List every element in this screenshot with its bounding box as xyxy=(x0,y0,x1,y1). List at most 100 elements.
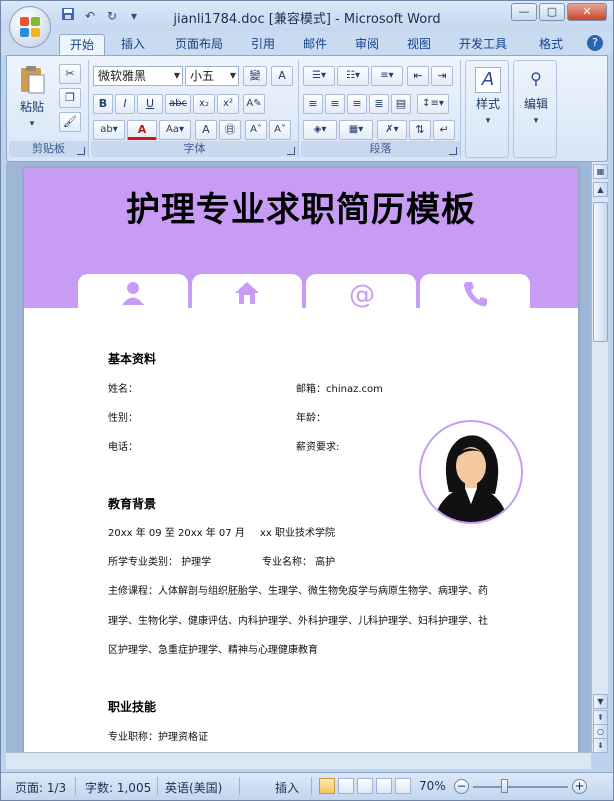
copy-icon[interactable]: ❐ xyxy=(59,88,81,108)
subscript-button[interactable]: x₂ xyxy=(193,94,215,114)
window-controls: — ▢ ✕ xyxy=(511,3,607,21)
strikethrough-button[interactable]: abc xyxy=(165,94,191,114)
courses-line-2: 理学、生物化学、健康评估、内科护理学、外科护理学、儿科护理学、妇科护理学、社 xyxy=(108,616,488,627)
enclose-characters-icon[interactable]: ㊐ xyxy=(219,120,241,140)
document-page[interactable]: 护理专业求职简历模板 @ 基本资料 姓名： 邮箱：chinaz.com 性别： … xyxy=(24,168,578,752)
zoom-slider-thumb[interactable] xyxy=(501,779,508,793)
horizontal-scrollbar[interactable] xyxy=(6,752,591,769)
education-period: 20xx 年 09 至 20xx 年 07 月 xyxy=(108,528,245,539)
close-button[interactable]: ✕ xyxy=(567,3,607,21)
scroll-up-icon[interactable]: ▲ xyxy=(593,182,608,197)
tab-insert[interactable]: 插入 xyxy=(109,34,157,55)
clear-formatting-icon[interactable]: A✎ xyxy=(243,94,265,114)
name-field: 姓名： xyxy=(108,384,138,395)
cut-icon[interactable]: ✂ xyxy=(59,64,81,84)
vertical-scrollbar[interactable]: ▦ ▲ ▼ ⇞ ○ ⇟ xyxy=(591,162,608,753)
page-indicator[interactable]: 页面: 1/3 xyxy=(15,779,66,796)
paragraph-launcher-icon[interactable] xyxy=(449,147,457,155)
browse-object-icon[interactable]: ○ xyxy=(593,724,608,739)
office-logo-icon xyxy=(20,17,42,39)
format-painter-icon[interactable]: 🖌 xyxy=(59,112,81,132)
maximize-button[interactable]: ▢ xyxy=(539,3,565,21)
ruler-toggle-icon[interactable]: ▦ xyxy=(593,164,608,179)
paste-button[interactable]: 粘贴 ▾ xyxy=(13,64,51,129)
numbering-icon[interactable]: ☷▾ xyxy=(337,66,369,86)
show-marks-icon[interactable]: ↵ xyxy=(433,120,455,140)
tab-page-layout[interactable]: 页面布局 xyxy=(163,34,235,55)
scroll-down-icon[interactable]: ▼ xyxy=(593,694,608,709)
help-icon[interactable]: ? xyxy=(587,35,603,51)
office-button[interactable] xyxy=(9,6,51,48)
align-left-icon[interactable]: ≡ xyxy=(303,94,323,114)
outline-view-icon[interactable] xyxy=(376,778,392,794)
print-layout-view-icon[interactable] xyxy=(319,778,335,794)
tab-format[interactable]: 格式 xyxy=(527,34,575,55)
document-area[interactable]: 护理专业求职简历模板 @ 基本资料 姓名： 邮箱：chinaz.com 性别： … xyxy=(6,162,591,752)
character-shading-icon[interactable]: A xyxy=(195,120,217,140)
word-count[interactable]: 字数: 1,005 xyxy=(85,779,151,796)
next-page-icon[interactable]: ⇟ xyxy=(593,738,608,753)
chinese-layout-icon[interactable]: ✗▾ xyxy=(377,120,407,140)
sort-icon[interactable]: ⇅ xyxy=(409,120,431,140)
character-border-icon[interactable]: A xyxy=(271,66,293,86)
binoculars-icon: ⚲ xyxy=(530,69,542,88)
tab-home[interactable]: 开始 xyxy=(59,34,105,55)
font-size-select[interactable]: 小五 ▼ xyxy=(185,66,239,86)
shrink-font-icon[interactable]: A˅ xyxy=(269,120,291,140)
bold-button[interactable]: B xyxy=(93,94,113,114)
tab-developer[interactable]: 开发工具 xyxy=(449,34,517,55)
full-screen-reading-view-icon[interactable] xyxy=(338,778,354,794)
web-layout-view-icon[interactable] xyxy=(357,778,373,794)
language-indicator[interactable]: 英语(美国) xyxy=(165,779,222,796)
font-launcher-icon[interactable] xyxy=(287,147,295,155)
draft-view-icon[interactable] xyxy=(395,778,411,794)
salary-field: 薪资要求: xyxy=(296,442,340,453)
education-heading: 教育背景 xyxy=(108,497,157,511)
age-field: 年龄： xyxy=(296,413,326,424)
change-case-icon[interactable]: Aa▾ xyxy=(159,120,191,140)
styles-button[interactable]: A 样式 ▾ xyxy=(468,67,508,126)
text-highlight-icon[interactable]: ab▾ xyxy=(93,120,125,140)
justify-icon[interactable]: ≣ xyxy=(369,94,389,114)
tab-mailings[interactable]: 邮件 xyxy=(291,34,339,55)
tab-review[interactable]: 审阅 xyxy=(343,34,391,55)
phonetic-guide-icon[interactable]: 變 xyxy=(243,66,267,86)
bullets-icon[interactable]: ☰▾ xyxy=(303,66,335,86)
paragraph-group: ☰▾ ☷▾ ≡▾ ⇤ ⇥ ≡ ≡ ≡ ≣ ▤ ↕≡▾ ◈▾ ▦▾ ✗▾ ⇅ ↵ … xyxy=(301,60,461,158)
tab-view[interactable]: 视图 xyxy=(395,34,443,55)
underline-button[interactable]: U xyxy=(137,94,163,114)
clipboard-launcher-icon[interactable] xyxy=(77,147,85,155)
previous-page-icon[interactable]: ⇞ xyxy=(593,710,608,725)
editing-button[interactable]: ⚲ 编辑 ▾ xyxy=(516,67,556,126)
word-window: ↶ ↻ ▾ jianli1784.doc [兼容模式] - Microsoft … xyxy=(0,0,614,801)
font-color-icon[interactable]: A xyxy=(127,120,157,140)
line-spacing-icon[interactable]: ↕≡▾ xyxy=(417,94,449,114)
font-group-label: 字体 xyxy=(91,141,298,157)
shading-icon[interactable]: ◈▾ xyxy=(303,120,337,140)
zoom-out-icon[interactable]: − xyxy=(454,779,469,794)
multilevel-list-icon[interactable]: ≡▾ xyxy=(371,66,403,86)
paste-label: 粘贴 xyxy=(19,100,44,114)
zoom-level[interactable]: 70% xyxy=(419,779,446,793)
increase-indent-icon[interactable]: ⇥ xyxy=(431,66,453,86)
zoom-slider-track[interactable] xyxy=(473,786,568,788)
decrease-indent-icon[interactable]: ⇤ xyxy=(407,66,429,86)
italic-button[interactable]: I xyxy=(115,94,135,114)
minimize-button[interactable]: — xyxy=(511,3,537,21)
basic-info-heading: 基本资料 xyxy=(108,352,157,366)
align-center-icon[interactable]: ≡ xyxy=(325,94,345,114)
ribbon: 粘贴 ▾ ✂ ❐ 🖌 剪贴板 微软雅黑 ▼ 小五 ▼ 變 A B I U abc x₂… xyxy=(6,55,608,162)
distributed-icon[interactable]: ▤ xyxy=(391,94,411,114)
insert-mode[interactable]: 插入 xyxy=(275,779,299,796)
zoom-in-icon[interactable]: + xyxy=(572,779,587,794)
grow-font-icon[interactable]: A˄ xyxy=(245,120,267,140)
contact-tab-phone xyxy=(420,274,530,314)
borders-icon[interactable]: ▦▾ xyxy=(339,120,373,140)
tab-references[interactable]: 引用 xyxy=(239,34,287,55)
font-name-value: 微软雅黑 xyxy=(98,69,147,83)
superscript-button[interactable]: x² xyxy=(217,94,239,114)
font-name-select[interactable]: 微软雅黑 ▼ xyxy=(93,66,183,86)
paste-icon xyxy=(16,64,48,96)
align-right-icon[interactable]: ≡ xyxy=(347,94,367,114)
scroll-thumb[interactable] xyxy=(593,202,608,342)
